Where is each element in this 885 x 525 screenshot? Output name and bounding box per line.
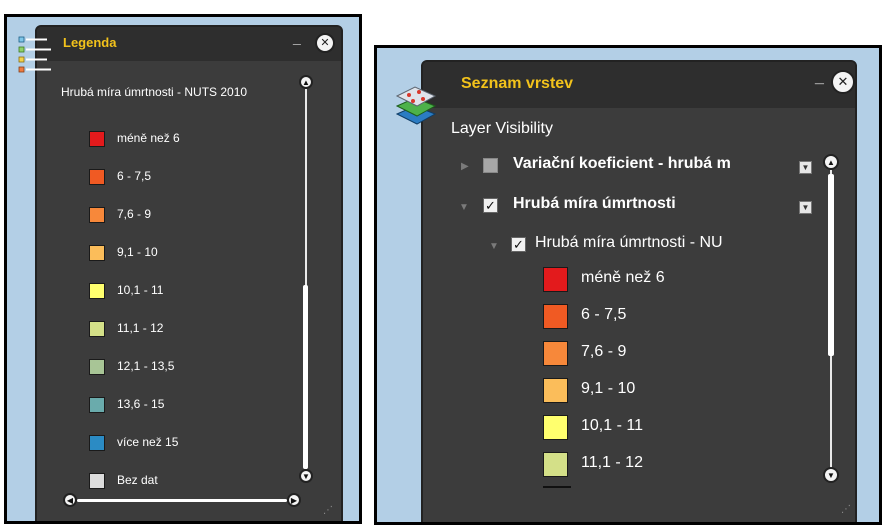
legend-swatch [89, 359, 105, 375]
vertical-scrollbar-thumb[interactable] [303, 285, 308, 469]
layer-legend-swatch [543, 304, 568, 329]
layer-label-variacni[interactable]: Variační koeficient - hrubá m [513, 155, 797, 173]
triangle-down-icon[interactable]: ▼ [489, 241, 499, 252]
scroll-up-button[interactable]: ▲ [299, 75, 313, 89]
legend-swatch [89, 321, 105, 337]
layer-window-frame: Seznam vrstev _ ✕ Layer Visibility ▶ Var… [374, 45, 882, 525]
layer-label-hruba[interactable]: Hrubá míra úmrtnosti [513, 195, 676, 213]
layer-checkbox-hruba[interactable]: ✓ [483, 198, 498, 213]
layer-checkbox-variacni[interactable] [483, 158, 498, 173]
legend-swatch [89, 169, 105, 185]
layer-legend-item-label: 11,1 - 12 [581, 454, 643, 471]
horizontal-scrollbar-track[interactable] [77, 499, 287, 502]
close-button[interactable]: ✕ [831, 70, 855, 94]
layer-menu-dropdown-icon[interactable]: ▼ [799, 201, 812, 214]
legend-item-label: Bez dat [117, 473, 158, 487]
scroll-down-button[interactable]: ▼ [823, 467, 839, 483]
layer-legend-item-label: 9,1 - 10 [581, 380, 636, 397]
minimize-button[interactable]: _ [293, 31, 301, 45]
legend-swatch [89, 207, 105, 223]
legend-swatch [89, 435, 105, 451]
layer-visibility-heading: Layer Visibility [451, 120, 553, 137]
layer-legend-item-label: 6 - 7,5 [581, 306, 627, 323]
layer-legend-swatch [543, 341, 568, 366]
resize-grip-icon[interactable]: ⋰ [323, 506, 334, 516]
layer-legend-swatch [543, 415, 568, 440]
sublayer-checkbox[interactable]: ✓ [511, 237, 526, 252]
layer-legend-item-label: méně než 6 [581, 269, 665, 286]
layer-panel: Seznam vrstev _ ✕ Layer Visibility ▶ Var… [421, 60, 857, 522]
legend-item-label: 6 - 7,5 [117, 169, 152, 183]
legend-list-icon [18, 36, 51, 73]
scroll-right-button[interactable]: ▶ [287, 493, 301, 507]
scroll-down-button[interactable]: ▼ [299, 469, 313, 483]
layer-legend-swatch [543, 378, 568, 403]
close-button[interactable]: ✕ [315, 33, 335, 53]
legend-item-label: 12,1 - 13,5 [117, 359, 175, 373]
legend-swatch [89, 245, 105, 261]
legend-layer-title: Hrubá míra úmrtnosti - NUTS 2010 [61, 85, 248, 99]
layer-legend-item-label: 7,6 - 9 [581, 343, 627, 360]
legend-swatch [89, 473, 105, 489]
legend-item-label: 7,6 - 9 [117, 207, 152, 221]
layer-menu-dropdown-icon[interactable]: ▼ [799, 161, 812, 174]
legend-swatch [89, 131, 105, 147]
layer-panel-title: Seznam vrstev [461, 75, 574, 92]
legend-item-label: méně než 6 [117, 131, 180, 145]
triangle-down-icon[interactable]: ▼ [459, 202, 469, 213]
legend-item-label: 13,6 - 15 [117, 397, 165, 411]
minimize-button[interactable]: _ [815, 70, 824, 86]
legend-panel: Legenda _ ✕ Hrubá míra úmrtnosti - NUTS … [35, 25, 343, 521]
sublayer-label[interactable]: Hrubá míra úmrtnosti - NU [535, 234, 723, 252]
list-cutoff-divider [543, 486, 571, 488]
legend-title: Legenda [63, 35, 117, 50]
legend-item-label: 10,1 - 11 [117, 283, 164, 297]
legend-window-frame: Legenda _ ✕ Hrubá míra úmrtnosti - NUTS … [4, 14, 362, 524]
legend-swatch [89, 283, 105, 299]
legend-swatch [89, 397, 105, 413]
layer-legend-swatch [543, 267, 568, 292]
layer-legend-swatch [543, 452, 568, 477]
layers-stack-icon [395, 86, 437, 125]
scroll-left-button[interactable]: ◀ [63, 493, 77, 507]
vertical-scrollbar-thumb[interactable] [828, 174, 834, 356]
resize-grip-icon[interactable]: ⋰ [841, 505, 852, 515]
layer-legend-item-label: 10,1 - 11 [581, 417, 643, 434]
triangle-right-icon[interactable]: ▶ [461, 161, 469, 172]
legend-item-label: více než 15 [117, 435, 179, 449]
legend-item-label: 11,1 - 12 [117, 321, 164, 335]
legend-item-label: 9,1 - 10 [117, 245, 158, 259]
scroll-up-button[interactable]: ▲ [823, 154, 839, 170]
